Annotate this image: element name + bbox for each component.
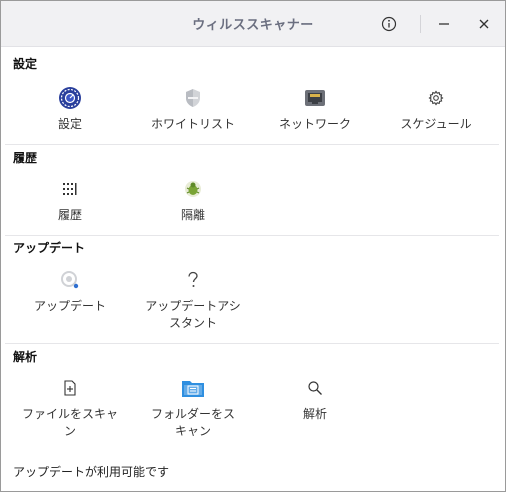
whitelist-shield-icon bbox=[180, 85, 206, 111]
section-divider bbox=[5, 235, 499, 236]
close-button[interactable] bbox=[471, 11, 497, 37]
update-assistant-item[interactable]: アップデートアシ スタント bbox=[128, 267, 258, 332]
folder-icon bbox=[180, 375, 206, 401]
settings-item-label: 設定 bbox=[57, 117, 82, 131]
update-item[interactable]: アップデート bbox=[5, 267, 135, 315]
minimize-icon bbox=[439, 23, 449, 25]
quarantine-bug-icon bbox=[180, 176, 206, 202]
file-add-icon bbox=[57, 375, 83, 401]
section-title-analysis: 解析 bbox=[13, 350, 38, 364]
scan-file-item-label: ファイルをスキャ ン bbox=[21, 407, 118, 438]
update-assistant-item-label: アップデートアシ スタント bbox=[145, 299, 241, 330]
titlebar-separator bbox=[420, 15, 421, 33]
info-button[interactable] bbox=[376, 11, 402, 37]
history-grid-icon bbox=[57, 176, 83, 202]
analysis-item-label: 解析 bbox=[302, 407, 327, 421]
quarantine-item[interactable]: 隔離 bbox=[128, 176, 258, 224]
close-icon bbox=[479, 19, 489, 29]
quarantine-item-label: 隔離 bbox=[180, 208, 205, 222]
schedule-item[interactable]: スケジュール bbox=[371, 85, 501, 133]
analysis-item[interactable]: 解析 bbox=[250, 375, 380, 423]
question-icon bbox=[180, 267, 206, 293]
scan-file-item[interactable]: ファイルをスキャ ン bbox=[5, 375, 135, 440]
history-item-label: 履歴 bbox=[57, 208, 82, 222]
whitelist-item[interactable]: ホワイトリスト bbox=[128, 85, 258, 133]
status-text: アップデートが利用可能です bbox=[13, 465, 170, 479]
section-title-history: 履歴 bbox=[13, 151, 38, 165]
section-divider bbox=[5, 343, 499, 344]
update-item-label: アップデート bbox=[33, 299, 106, 313]
scan-folder-item-label: フォルダーをス キャン bbox=[150, 407, 235, 438]
window-title: ウィルススキャナー bbox=[192, 18, 314, 33]
section-divider bbox=[5, 144, 499, 145]
history-item[interactable]: 履歴 bbox=[5, 176, 135, 224]
info-icon bbox=[381, 16, 397, 32]
section-title-settings: 設定 bbox=[13, 57, 38, 71]
update-refresh-icon bbox=[57, 267, 83, 293]
virus-scanner-window: ウィルススキャナー 設定 設定 ホワイトリスト ネットワーク スケジュール 履歴… bbox=[0, 0, 506, 492]
settings-item[interactable]: 設定 bbox=[5, 85, 135, 133]
network-item-label: ネットワーク bbox=[278, 117, 351, 131]
whitelist-item-label: ホワイトリスト bbox=[150, 117, 235, 131]
network-item[interactable]: ネットワーク bbox=[250, 85, 380, 133]
search-icon bbox=[302, 375, 328, 401]
minimize-button[interactable] bbox=[431, 11, 457, 37]
network-port-icon bbox=[302, 85, 328, 111]
schedule-item-label: スケジュール bbox=[400, 117, 472, 131]
scan-folder-item[interactable]: フォルダーをス キャン bbox=[128, 375, 258, 440]
title-bar: ウィルススキャナー bbox=[1, 1, 505, 47]
gear-icon bbox=[423, 85, 449, 111]
section-title-update: アップデート bbox=[13, 241, 86, 255]
settings-shield-icon bbox=[57, 85, 83, 111]
